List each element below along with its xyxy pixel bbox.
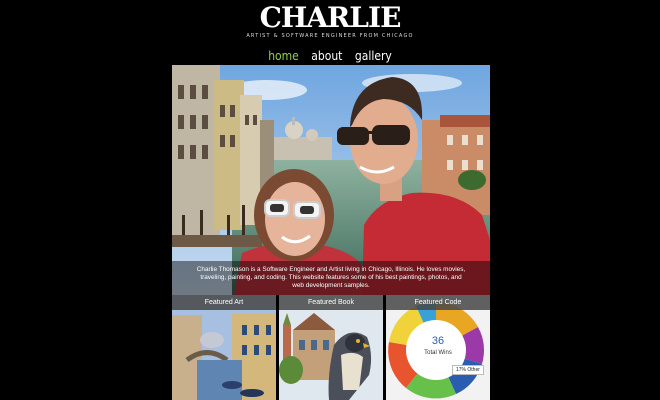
nav-home[interactable]: home xyxy=(268,48,299,64)
featured-art-card[interactable]: Featured Art xyxy=(172,295,276,400)
featured-book-label: Featured Book xyxy=(279,295,383,310)
featured-book-thumbnail xyxy=(279,295,383,400)
hero-photo: Charlie Thomason is a Software Engineer … xyxy=(172,65,490,295)
main-nav: home about gallery xyxy=(0,48,660,64)
site-logo[interactable]: CHARLIE xyxy=(0,3,660,33)
code-chart-tooltip: 17% Other xyxy=(452,365,484,375)
featured-book-card[interactable]: Featured Book xyxy=(279,295,383,400)
hero-caption: Charlie Thomason is a Software Engineer … xyxy=(172,261,490,295)
nav-about[interactable]: about xyxy=(311,48,342,64)
featured-art-label: Featured Art xyxy=(172,295,276,310)
featured-code-thumbnail xyxy=(386,295,490,400)
code-total-count: 36 xyxy=(431,335,445,347)
featured-code-label: Featured Code xyxy=(386,295,490,310)
featured-art-thumbnail xyxy=(172,295,276,400)
code-total-label: Total Wins xyxy=(424,350,452,356)
site-header: CHARLIE ARTIST & SOFTWARE ENGINEER FROM … xyxy=(0,0,660,66)
nav-gallery[interactable]: gallery xyxy=(355,48,392,64)
featured-code-card[interactable]: Featured Code 36 Total Wins 17% Other xyxy=(386,295,490,400)
featured-section: Featured Art Featured Book Featured Code… xyxy=(172,295,490,400)
site-tagline: ARTIST & SOFTWARE ENGINEER FROM CHICAGO xyxy=(246,33,414,39)
